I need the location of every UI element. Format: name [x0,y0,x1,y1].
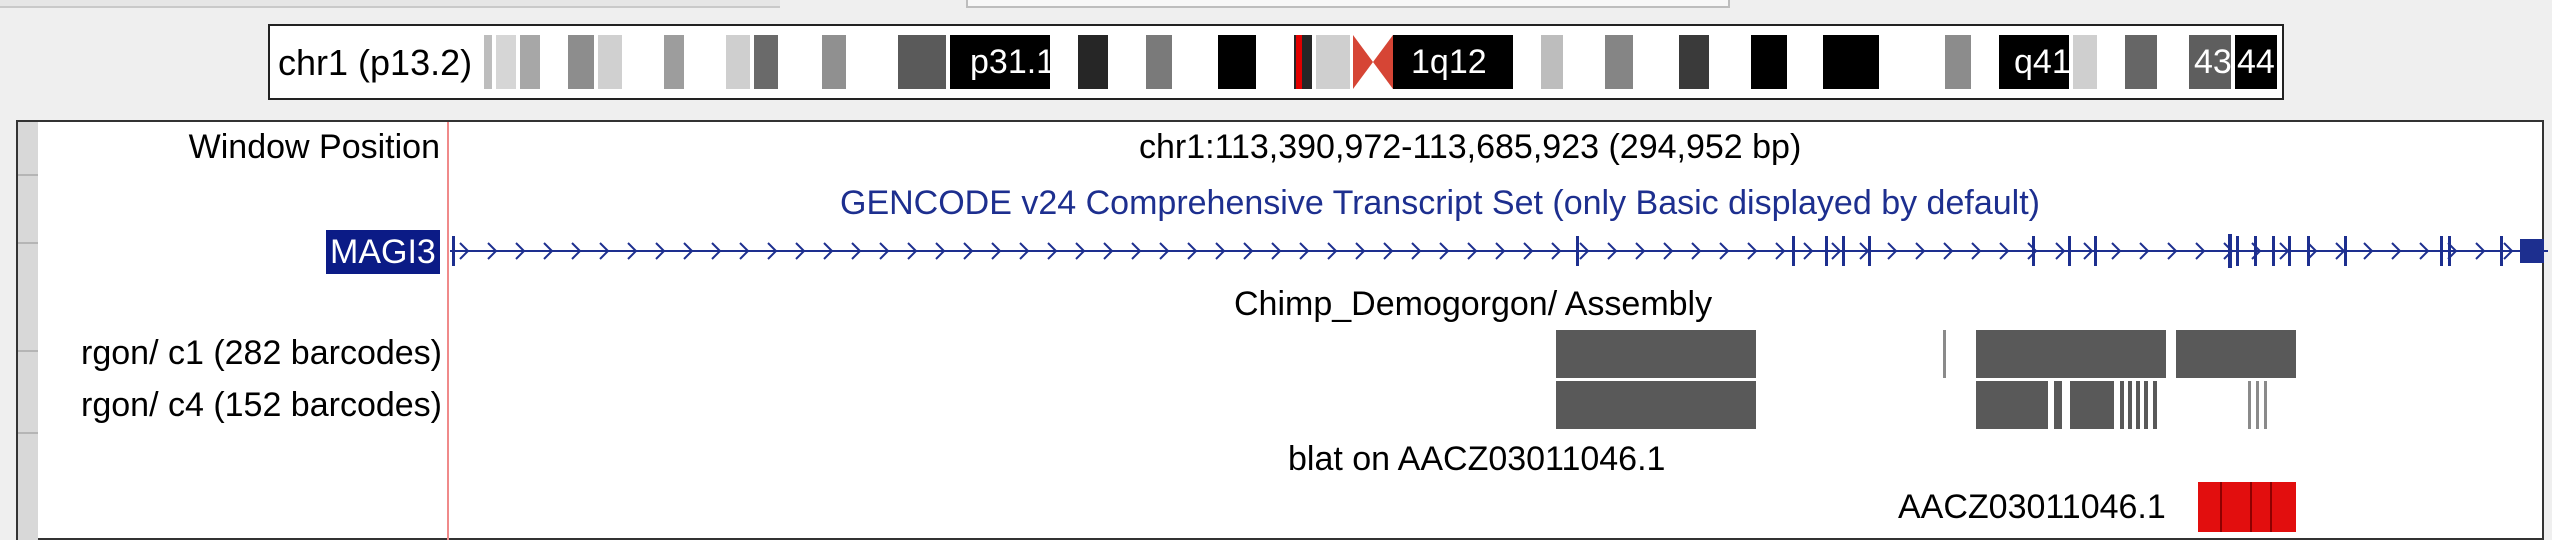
chimp-c4-block-12[interactable] [2264,381,2267,429]
band-label-44: 44 [2237,43,2275,81]
top-bar-left [0,0,780,8]
chimp-c1-block-4[interactable] [2176,330,2296,378]
chimp-c4-block-6[interactable] [2128,381,2132,429]
blat-hit-divider-2 [2250,482,2252,532]
ideogram-label: chr1 (p13.2) [278,42,473,83]
blat-hit-divider-3 [2270,482,2272,532]
chimp-c1-block-2[interactable] [1943,330,1946,378]
band-label-p31: p31.1 [970,43,1056,81]
chimp-c4-block-7[interactable] [2136,381,2140,429]
blat-hit-divider-1 [2220,482,2222,532]
chimp-c4-block-1[interactable] [1556,381,1756,429]
gene-label-magi3[interactable]: MAGI3 [326,230,440,274]
current-position-marker [1296,35,1302,89]
track-label-divider [447,122,449,540]
chimp-c4-block-8[interactable] [2144,381,2148,429]
chimp-track-title: Chimp_Demogorgon/ Assembly [1234,285,1713,323]
blat-track-title: blat on AACZ03011046.1 [1288,440,1666,478]
magi3-gene-model[interactable] [450,232,2548,270]
chimp-c4-block-5[interactable] [2120,381,2124,429]
chimp-c1-block-1[interactable] [1556,330,1756,378]
band-label-43: 43 [2194,43,2232,81]
track-drag-handles[interactable] [18,122,38,540]
chimp-c4-block-11[interactable] [2256,381,2259,429]
chimp-c4-block-2[interactable] [1976,381,2048,429]
band-label-1q12: 1q12 [1411,43,1487,81]
chimp-c4-block-9[interactable] [2153,381,2157,429]
blat-hit-block[interactable] [2198,482,2296,532]
chimp-c4-block-4[interactable] [2070,381,2114,429]
band-label-q41: q41 [2014,43,2071,81]
ideogram-bands[interactable]: p31.1 1q12 q41 43 44 [484,35,2277,89]
gencode-track-title: GENCODE v24 Comprehensive Transcript Set… [840,184,2040,222]
window-position-label: Window Position [188,128,440,166]
window-position-value: chr1:113,390,972-113,685,923 (294,952 bp… [1139,128,1802,166]
chimp-c4-block-10[interactable] [2248,381,2251,429]
chimp-row-c1-label[interactable]: rgon/ c1 (282 barcodes) [40,334,442,373]
top-bar-right [966,0,1730,8]
chimp-row-c4-label[interactable]: rgon/ c4 (152 barcodes) [40,386,442,425]
chimp-c1-block-3[interactable] [1976,330,2166,378]
chimp-c4-block-3[interactable] [2054,381,2062,429]
blat-hit-label[interactable]: AACZ03011046.1 [1898,488,2166,527]
